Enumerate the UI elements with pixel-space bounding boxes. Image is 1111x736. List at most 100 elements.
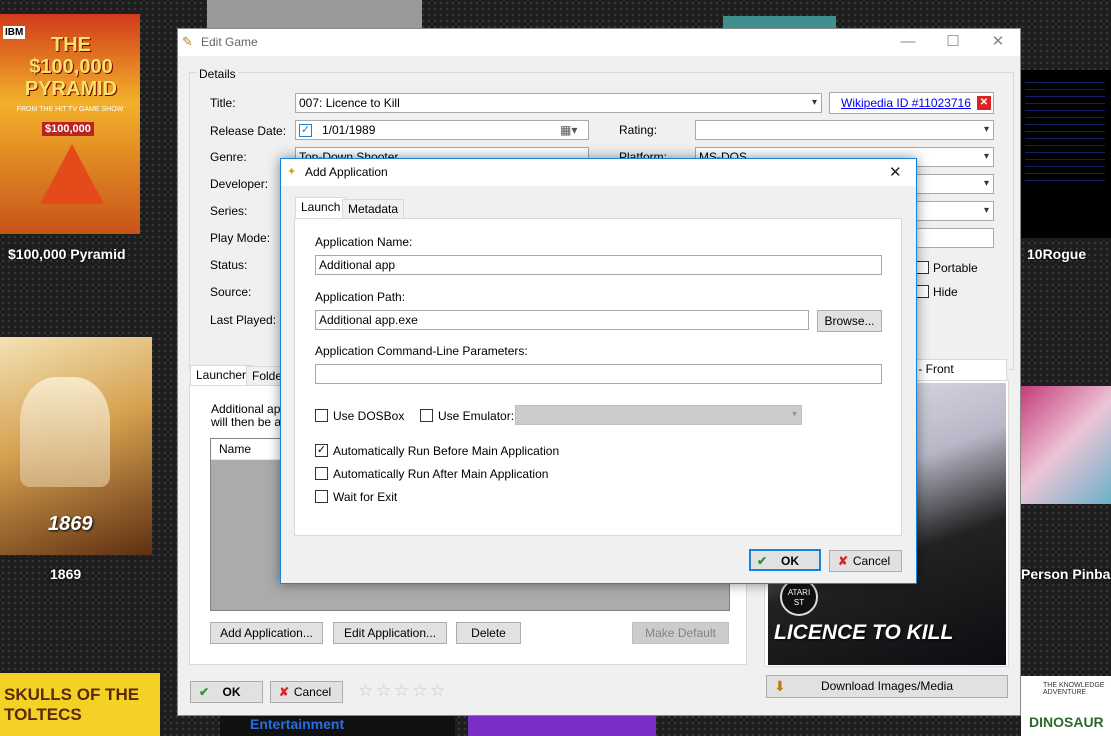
cover-subtitle: FROM THE HIT TV GAME SHOW — [16, 106, 124, 113]
tab-launch[interactable]: Launch — [295, 197, 347, 218]
apps-description-1: Additional appl — [211, 402, 290, 416]
wikipedia-link[interactable]: Wikipedia ID #11023716 — [841, 96, 971, 110]
hide-label: Hide — [933, 285, 958, 299]
calendar-icon[interactable]: ▦▾ — [560, 121, 577, 139]
game-cover-rogue[interactable] — [1021, 70, 1111, 238]
x-icon: ✘ — [279, 685, 290, 699]
ok-button[interactable]: ✔ OK — [190, 681, 263, 703]
ok-label: OK — [222, 685, 241, 699]
tab-box-front[interactable]: x - Front — [903, 359, 1007, 380]
make-default-button[interactable]: Make Default — [632, 622, 729, 644]
check-icon: ✔ — [757, 554, 768, 568]
tab-launcher[interactable]: Launcher — [190, 365, 253, 386]
browse-button[interactable]: Browse... — [817, 310, 882, 332]
auto-run-after-checkbox[interactable] — [315, 467, 328, 480]
hide-checkbox[interactable] — [916, 285, 929, 298]
game-cover-top-right[interactable] — [723, 16, 836, 28]
add-app-titlebar[interactable]: ✦ Add Application ✕ — [281, 159, 916, 186]
auto-run-before-label: Automatically Run Before Main Applicatio… — [333, 444, 560, 458]
release-date-label: Release Date: — [210, 124, 287, 138]
series-combo[interactable]: ▾ — [916, 201, 994, 221]
edit-game-titlebar[interactable]: ✎ Edit Game — ☐ ✕ — [178, 29, 1020, 56]
rating-star-icon[interactable]: ☆ — [376, 681, 391, 701]
title-label: Title: — [210, 96, 236, 110]
rating-star-icon[interactable]: ☆ — [358, 681, 373, 701]
dialog-title: Add Application — [305, 165, 388, 179]
add-application-button[interactable]: Add Application... — [210, 622, 323, 644]
pencil-icon: ✎ — [182, 34, 193, 49]
app-name-label: Application Name: — [315, 235, 413, 249]
apps-description-2: will then be av — [211, 415, 288, 429]
ship-sail — [20, 377, 110, 487]
release-date-picker[interactable]: ✓ 1/01/1989 ▦▾ — [295, 120, 589, 140]
game-cover-skulls[interactable]: SKULLS OF THE TOLTECS — [0, 673, 160, 736]
chevron-down-icon: ▾ — [811, 97, 817, 108]
download-icon: ⬇ — [774, 678, 786, 694]
tile-title-1869[interactable]: 1869 — [50, 566, 81, 582]
apps-column-name[interactable]: Name — [219, 442, 251, 456]
play-mode-field[interactable] — [916, 228, 994, 248]
release-date-checkbox[interactable]: ✓ — [299, 124, 312, 137]
game-cover-dinosaur[interactable]: THE KNOWLEDGE ADVENTURE DINOSAUR — [1021, 676, 1111, 736]
star-icon: ✦ — [287, 166, 297, 178]
auto-run-before-checkbox[interactable]: ✓ — [315, 444, 328, 457]
developer-combo[interactable]: ▾ — [916, 174, 994, 194]
title-combo[interactable]: 007: Licence to Kill ▾ — [295, 93, 822, 113]
series-label: Series: — [210, 204, 248, 218]
wait-for-exit-label: Wait for Exit — [333, 490, 398, 504]
status-label: Status: — [210, 258, 248, 272]
download-media-button[interactable]: ⬇ Download Images/Media — [766, 675, 1008, 698]
chevron-down-icon: ▾ — [983, 151, 989, 162]
game-cover-purple[interactable] — [468, 716, 656, 736]
genre-label: Genre: — [210, 150, 247, 164]
portable-checkbox[interactable] — [916, 261, 929, 274]
auto-run-after-label: Automatically Run After Main Application — [333, 467, 549, 481]
dialog-ok-label: OK — [781, 554, 799, 568]
dialog-cancel-button[interactable]: ✘ Cancel — [829, 550, 902, 572]
portable-label: Portable — [933, 261, 978, 275]
play-mode-label: Play Mode: — [210, 231, 271, 245]
game-cover-top-middle[interactable] — [207, 0, 422, 28]
use-dosbox-checkbox[interactable] — [315, 409, 328, 422]
download-media-label: Download Images/Media — [820, 679, 954, 693]
tile-title-pyramid[interactable]: $100,000 Pyramid — [8, 246, 126, 262]
title-value: 007: Licence to Kill — [299, 96, 400, 110]
use-emulator-checkbox[interactable] — [420, 409, 433, 422]
developer-label: Developer: — [210, 177, 269, 191]
chevron-down-icon: ▾ — [983, 205, 989, 216]
dialog-ok-button[interactable]: ✔ OK — [749, 549, 821, 571]
rating-combo[interactable]: ▾ — [695, 120, 994, 140]
remove-wikipedia-icon[interactable]: ✕ — [977, 96, 991, 110]
app-path-input[interactable]: Additional app.exe — [315, 310, 809, 330]
chevron-down-icon: ▾ — [983, 124, 989, 135]
cover-title: 1869 — [48, 513, 93, 535]
game-cover-pyramid[interactable]: IBM THE $100,000 PYRAMID FROM THE HIT TV… — [0, 14, 140, 234]
tab-metadata[interactable]: Metadata — [342, 199, 405, 218]
game-cover-entertainment[interactable]: Entertainment — [220, 716, 455, 736]
cover-title: THE $100,000 PYRAMID — [24, 34, 118, 100]
wait-for-exit-checkbox[interactable] — [315, 490, 328, 503]
rating-star-icon[interactable]: ☆ — [412, 681, 427, 701]
game-cover-1869[interactable]: 1869 — [0, 337, 152, 555]
use-dosbox-label: Use DOSBox — [333, 409, 405, 423]
details-label: Details — [197, 67, 238, 81]
rating-star-icon[interactable]: ☆ — [430, 681, 445, 701]
tile-title-pinball[interactable]: Person Pinbal — [1021, 566, 1111, 582]
cover-text: DINOSAUR — [1029, 714, 1104, 730]
close-button[interactable]: ✕ — [983, 33, 1013, 51]
minimize-button[interactable]: — — [893, 33, 923, 51]
release-date-value: 1/01/1989 — [322, 123, 376, 137]
cancel-button[interactable]: ✘ Cancel — [270, 681, 343, 703]
maximize-button[interactable]: ☐ — [938, 33, 968, 51]
edit-application-button[interactable]: Edit Application... — [333, 622, 447, 644]
chevron-down-icon: ▾ — [983, 178, 989, 189]
app-name-input[interactable]: Additional app — [315, 255, 882, 275]
rating-star-icon[interactable]: ☆ — [394, 681, 409, 701]
params-input[interactable] — [315, 364, 882, 384]
close-icon[interactable]: ✕ — [889, 163, 902, 181]
emulator-combo[interactable]: ▾ — [515, 405, 802, 425]
cover-text: Entertainment — [250, 716, 345, 732]
tile-title-rogue[interactable]: 10Rogue — [1027, 246, 1086, 262]
game-cover-pinball[interactable] — [1021, 386, 1111, 504]
delete-button[interactable]: Delete — [456, 622, 521, 644]
